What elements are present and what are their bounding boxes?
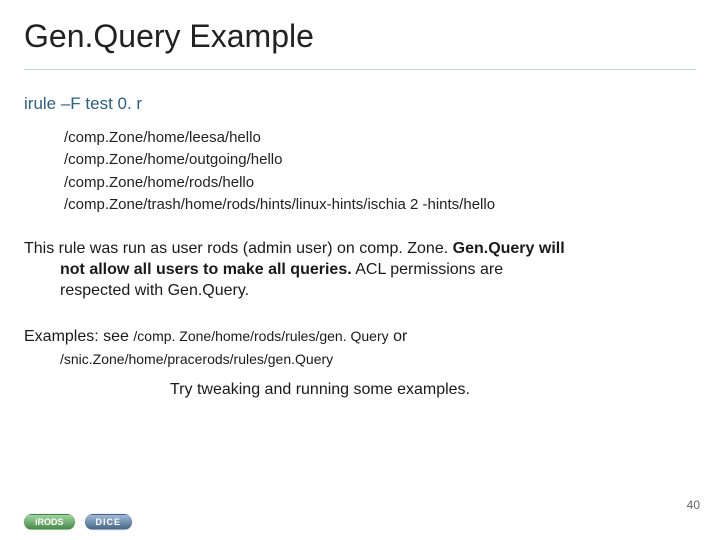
output-line: /comp.Zone/trash/home/rods/hints/linux-h…	[64, 195, 720, 215]
tweak-line: Try tweaking and running some examples.	[0, 381, 720, 399]
title-divider	[24, 69, 696, 70]
irods-badge: iRODS	[24, 514, 75, 530]
para-text: ACL permissions are	[352, 261, 503, 278]
command-line: irule –F test 0. r	[0, 84, 720, 120]
explanation-paragraph: This rule was run as user rods (admin us…	[0, 239, 720, 301]
example-path: /comp. Zone/home/rods/rules/gen. Query	[133, 328, 388, 344]
para-bold: Gen.Query will	[453, 240, 565, 257]
output-line: /comp.Zone/home/leesa/hello	[64, 128, 720, 148]
output-line: /comp.Zone/home/outgoing/hello	[64, 150, 720, 170]
slide-number: 40	[687, 498, 700, 512]
dice-badge: DICE	[85, 514, 133, 530]
examples-paragraph: Examples: see /comp. Zone/home/rods/rule…	[0, 325, 720, 368]
para-text: This rule was run as user rods (admin us…	[24, 240, 453, 257]
output-line: /comp.Zone/home/rods/hello	[64, 173, 720, 193]
para-text: respected with Gen.Query.	[24, 281, 696, 302]
or-text: or	[389, 328, 408, 345]
para-bold: not allow all users to make all queries.	[60, 261, 352, 278]
examples-lead: Examples: see	[24, 328, 133, 345]
example-path: /snic.Zone/home/pracerods/rules/gen.Quer…	[24, 349, 696, 369]
footer-badges: iRODS DICE	[24, 514, 132, 530]
slide-title: Gen.Query Example	[0, 0, 720, 55]
outputs-block: /comp.Zone/home/leesa/hello /comp.Zone/h…	[0, 128, 720, 215]
